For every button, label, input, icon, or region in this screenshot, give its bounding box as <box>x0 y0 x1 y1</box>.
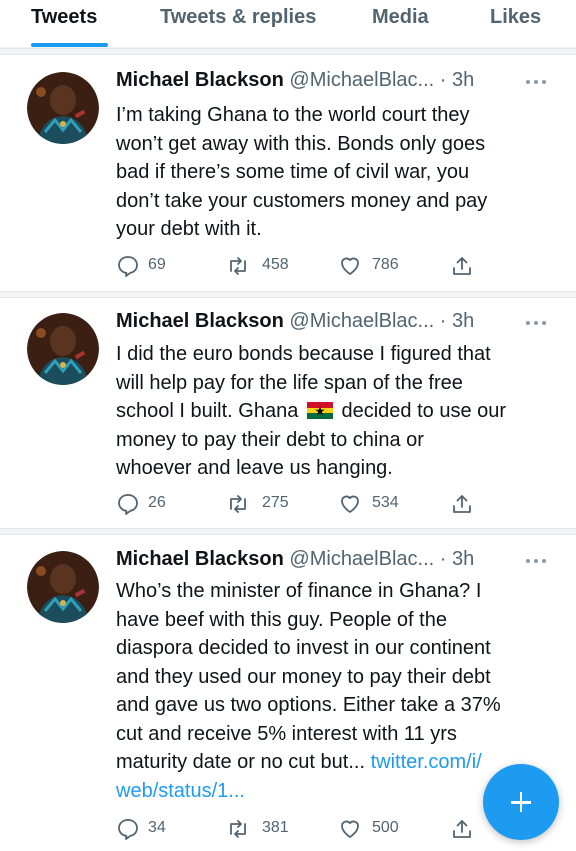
tweet-time[interactable]: · 3h <box>440 548 474 570</box>
reply-icon <box>118 494 138 515</box>
tweet-actions: 26 275 534 <box>116 492 496 516</box>
more-icon[interactable] <box>526 80 546 86</box>
tweet-text-line: whoever and leave us hanging. <box>116 457 393 479</box>
tweet-text-segment: maturity date or no cut but... <box>116 751 366 773</box>
tweet-text-line: will help pay for the life span of the f… <box>116 371 463 394</box>
avatar[interactable] <box>27 551 99 623</box>
tweet-text-line: and they used our money to pay their deb… <box>116 665 491 688</box>
retweet-icon <box>230 495 246 513</box>
divider <box>0 291 576 298</box>
tweet-text-line: cut and receive 5% interest with 11 yrs <box>116 722 457 745</box>
reply-icon <box>118 256 138 277</box>
tweet-header: Michael Blackson @MichaelBlac... · 3h <box>116 548 474 571</box>
tweet-text: Who’s the minister of finance in Ghana? … <box>116 577 556 805</box>
compose-tweet-button[interactable] <box>483 764 559 840</box>
author-handle[interactable]: @MichaelBlac... <box>289 69 434 91</box>
tab-tweets-and-replies[interactable]: Tweets & replies <box>160 6 316 29</box>
tweet-text-line: diaspora decided to invest in our contin… <box>116 637 491 659</box>
like-count: 786 <box>372 256 399 273</box>
tweet-text-line: won’t get away with this. Bonds only goe… <box>116 132 486 155</box>
tweet-actions: 69 458 786 <box>116 254 496 278</box>
tweet-header: Michael Blackson @MichaelBlac... · 3h <box>116 310 474 333</box>
share-icon <box>453 820 471 838</box>
avatar[interactable] <box>27 313 99 385</box>
profile-tabs: Tweets Tweets & replies Media Likes <box>0 0 576 48</box>
tweet-text: I’m taking Ghana to the world court they… <box>116 101 556 244</box>
divider <box>0 528 576 535</box>
tweet-text-line: maturity date or no cut but... twitter.c… <box>116 748 556 777</box>
tweet-text-line: have beef with this guy. People of the <box>116 608 447 631</box>
tweet-header: Michael Blackson @MichaelBlac... · 3h <box>116 69 474 92</box>
tweet-text-segment: decided to use our <box>341 400 507 422</box>
ghana-flag-icon <box>306 402 333 419</box>
tab-media[interactable]: Media <box>372 6 429 29</box>
author-name[interactable]: Michael Blackson <box>116 69 284 91</box>
author-name[interactable]: Michael Blackson <box>116 310 284 332</box>
reply-count: 69 <box>148 256 166 273</box>
tweet-text-line: I did the euro bonds because I figured t… <box>116 343 491 365</box>
reply-icon <box>118 819 138 840</box>
author-handle[interactable]: @MichaelBlac... <box>289 548 434 570</box>
heart-icon <box>341 495 359 513</box>
retweet-count: 275 <box>262 494 289 511</box>
tweet-time[interactable]: · 3h <box>440 69 474 91</box>
retweet-icon <box>230 820 246 838</box>
tab-tweets[interactable]: Tweets <box>31 6 97 29</box>
heart-icon <box>341 257 359 275</box>
author-handle[interactable]: @MichaelBlac... <box>289 310 434 332</box>
tweet-text-segment: school I built. Ghana <box>116 400 299 422</box>
more-icon[interactable] <box>526 321 546 327</box>
share-icon <box>453 495 471 513</box>
tweet-text-line: school I built. Ghana decided to use our <box>116 397 556 426</box>
reply-count: 34 <box>148 819 166 836</box>
tweet-link[interactable]: twitter.com/i/ <box>371 751 482 773</box>
tweet-actions: 34 381 500 <box>116 817 496 841</box>
tweet-text-line: Who’s the minister of finance in Ghana? … <box>116 580 482 602</box>
more-icon[interactable] <box>526 559 546 565</box>
retweet-icon <box>230 257 246 275</box>
tweet-text-line: money to pay their debt to china or <box>116 428 424 451</box>
share-icon <box>453 257 471 275</box>
reply-count: 26 <box>148 494 166 511</box>
retweet-count: 381 <box>262 819 289 836</box>
tweet-text-line: and gave us two options. Either take a 3… <box>116 694 501 716</box>
tweet-text: I did the euro bonds because I figured t… <box>116 340 556 483</box>
tweet-text-line: your debt with it. <box>116 218 262 240</box>
tweet-text-line: I’m taking Ghana to the world court they <box>116 104 470 126</box>
like-count: 534 <box>372 494 399 511</box>
avatar[interactable] <box>27 72 99 144</box>
tab-likes[interactable]: Likes <box>490 6 541 29</box>
like-count: 500 <box>372 819 399 836</box>
tweet-time[interactable]: · 3h <box>440 310 474 332</box>
divider <box>0 48 576 55</box>
retweet-count: 458 <box>262 256 289 273</box>
tweet-text-line: don’t take your customers money and pay <box>116 189 488 212</box>
author-name[interactable]: Michael Blackson <box>116 548 284 570</box>
heart-icon <box>341 820 359 838</box>
tweet-text-line: bad if there’s some time of civil war, y… <box>116 161 470 183</box>
